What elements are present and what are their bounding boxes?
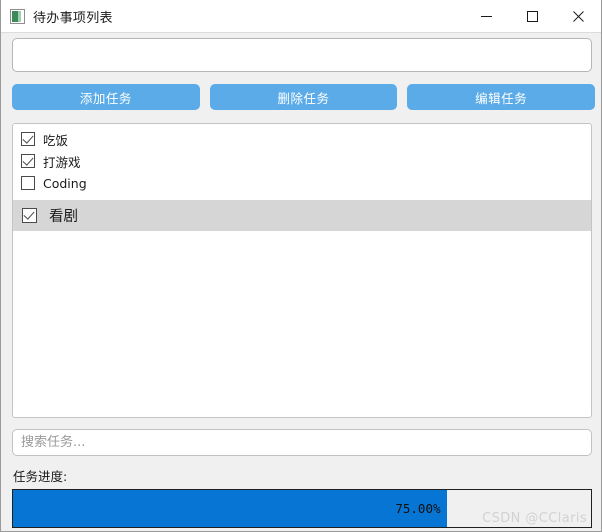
checkbox-checked-icon[interactable] <box>22 208 37 223</box>
action-button-row: 添加任务 删除任务 编辑任务 <box>12 84 596 110</box>
new-task-input[interactable] <box>12 38 592 72</box>
add-task-button[interactable]: 添加任务 <box>12 84 200 110</box>
progress-bar: 75.00% <box>12 489 592 528</box>
list-item-label: 打游戏 <box>43 154 81 170</box>
checkbox-checked-icon[interactable] <box>21 132 35 146</box>
window-controls <box>463 0 601 33</box>
progress-bar-fill: 75.00% <box>13 490 447 527</box>
close-button[interactable] <box>555 0 601 33</box>
title-bar: 待办事项列表 <box>1 0 601 33</box>
list-item[interactable]: 打游戏 <box>13 150 591 172</box>
list-item[interactable]: Coding <box>13 172 591 194</box>
checkbox-unchecked-icon[interactable] <box>21 176 35 190</box>
title-bar-left: 待办事项列表 <box>1 7 113 26</box>
maximize-button[interactable] <box>509 0 555 33</box>
list-item[interactable]: 吃饭 <box>13 128 591 150</box>
list-item-selected[interactable]: 看剧 <box>13 200 591 231</box>
minimize-icon <box>480 16 492 17</box>
list-item-label: 吃饭 <box>43 132 69 148</box>
app-window-icon <box>10 8 25 24</box>
minimize-button[interactable] <box>463 0 509 33</box>
main-content: 添加任务 删除任务 编辑任务 吃饭 打游戏 Coding 看剧 任务进度: <box>1 33 601 531</box>
app-window: 待办事项列表 添加任务 删除任务 编辑任务 吃饭 打游戏 Coding 看剧 搜… <box>0 0 602 532</box>
maximize-icon <box>526 11 538 22</box>
search-input[interactable] <box>12 429 592 456</box>
list-item-label: Coding <box>43 175 87 191</box>
list-item-label: 看剧 <box>49 209 78 225</box>
progress-label: 任务进度: <box>13 469 68 484</box>
edit-task-button[interactable]: 编辑任务 <box>407 84 596 110</box>
window-title: 待办事项列表 <box>33 10 113 26</box>
progress-percent-text: 75.00% <box>395 501 441 516</box>
checkbox-checked-icon[interactable] <box>21 154 35 168</box>
close-icon <box>572 11 584 22</box>
task-list[interactable]: 吃饭 打游戏 Coding 看剧 <box>12 123 592 418</box>
delete-task-button[interactable]: 删除任务 <box>209 84 398 110</box>
